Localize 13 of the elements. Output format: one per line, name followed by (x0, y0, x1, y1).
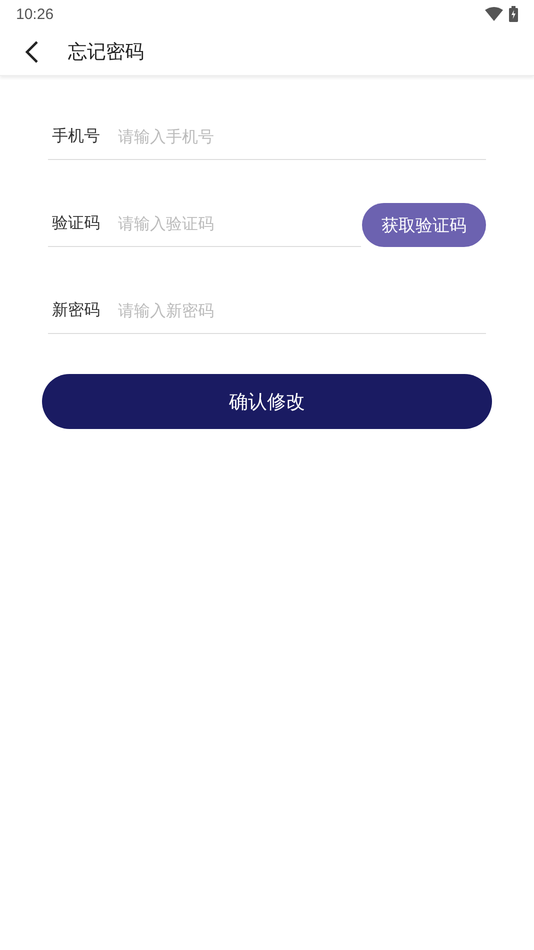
input-field[interactable]: 请输入验证码 (118, 214, 361, 232)
wifi-icon (485, 7, 503, 21)
clock-time: 10:26 (16, 6, 54, 22)
field-label: 新密码 (51, 300, 101, 320)
input-field[interactable]: 请输入新密码 (118, 300, 486, 320)
page-title: 忘记密码 (68, 40, 144, 64)
field-label: 手机号 (51, 126, 101, 146)
confirm-button[interactable]: 确认修改 (42, 374, 492, 429)
field-label: 验证码 (51, 212, 101, 234)
back-button[interactable] (24, 40, 40, 64)
get-code-button[interactable]: 获取验证码 (362, 203, 486, 247)
input-field[interactable]: 请输入手机号 (118, 126, 486, 146)
battery-icon (509, 6, 518, 22)
